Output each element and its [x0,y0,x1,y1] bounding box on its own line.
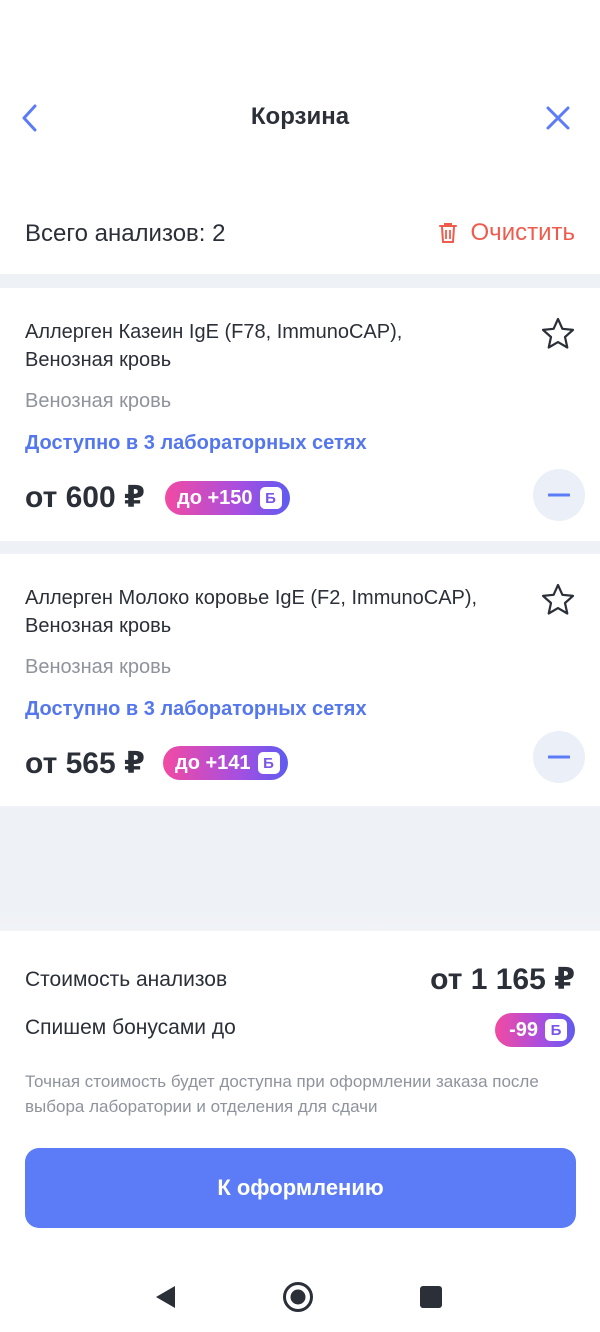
minus-icon [548,755,570,759]
clear-cart-label: Очистить [470,219,575,246]
item-availability-link[interactable]: Доступно в 3 лабораторных сетях [25,698,367,721]
minus-icon [548,493,570,497]
bonus-amount: до +150 [177,486,253,509]
bonus-currency-icon: Б [257,752,280,774]
header: Корзина [0,0,600,170]
empty-space [0,806,600,931]
star-outline-icon[interactable] [540,582,576,618]
system-nav-bar [0,1261,600,1332]
trash-icon [438,223,457,243]
close-button[interactable] [538,98,578,138]
bonus-amount: до +141 [175,751,251,774]
item-material: Венозная кровь [25,390,172,412]
item-name: Аллерген Молоко коровье IgE (F2, ImmunoC… [25,587,478,637]
bonus-write-off-label: Спишем бонусами до [25,1016,236,1039]
square-recents-icon [420,1286,442,1308]
cart-item[interactable]: Аллерген Молоко коровье IgE (F2, ImmunoC… [0,554,600,806]
triangle-back-icon [156,1286,175,1308]
checkout-panel: Стоимость анализов от 1 165 ₽ Спишем бон… [0,931,600,1261]
bonus-currency-icon: Б [545,1019,567,1041]
bonus-badge: до +141 Б [163,746,288,780]
bonus-write-off-badge: -99 Б [495,1013,575,1047]
bonus-badge: до +150 Б [165,481,290,515]
close-icon [546,106,570,130]
divider [0,274,600,288]
divider [0,541,600,554]
bonus-currency-icon: Б [259,487,282,509]
nav-home-button[interactable] [280,1279,316,1315]
remove-item-button[interactable] [533,731,585,783]
cost-label: Стоимость анализов [25,968,228,991]
checkout-button[interactable]: К оформлению [25,1148,576,1228]
nav-back-button[interactable] [147,1279,183,1315]
item-price: от 600 ₽ [25,481,145,514]
price-note: Точная стоимость будет доступна при офор… [25,1072,539,1116]
page-title: Корзина [250,103,350,130]
cart-item[interactable]: Аллерген Казеин IgE (F78, ImmunoCAP), Ве… [0,288,600,541]
star-outline-icon[interactable] [540,316,576,352]
item-price: от 565 ₽ [25,747,145,780]
total-count: Всего анализов: 2 [25,220,226,247]
item-material: Венозная кровь [25,656,172,678]
cart-summary: Всего анализов: 2 Очистить [0,200,600,270]
circle-home-icon [283,1282,313,1312]
remove-item-button[interactable] [533,469,585,521]
nav-recents-button[interactable] [413,1279,449,1315]
cost-value: от 1 165 ₽ [430,963,575,996]
item-name: Аллерген Казеин IgE (F78, ImmunoCAP), Ве… [25,321,403,371]
clear-cart-button[interactable]: Очистить [438,219,575,247]
item-availability-link[interactable]: Доступно в 3 лабораторных сетях [25,432,367,455]
bonus-write-off-amount: -99 [509,1018,538,1041]
